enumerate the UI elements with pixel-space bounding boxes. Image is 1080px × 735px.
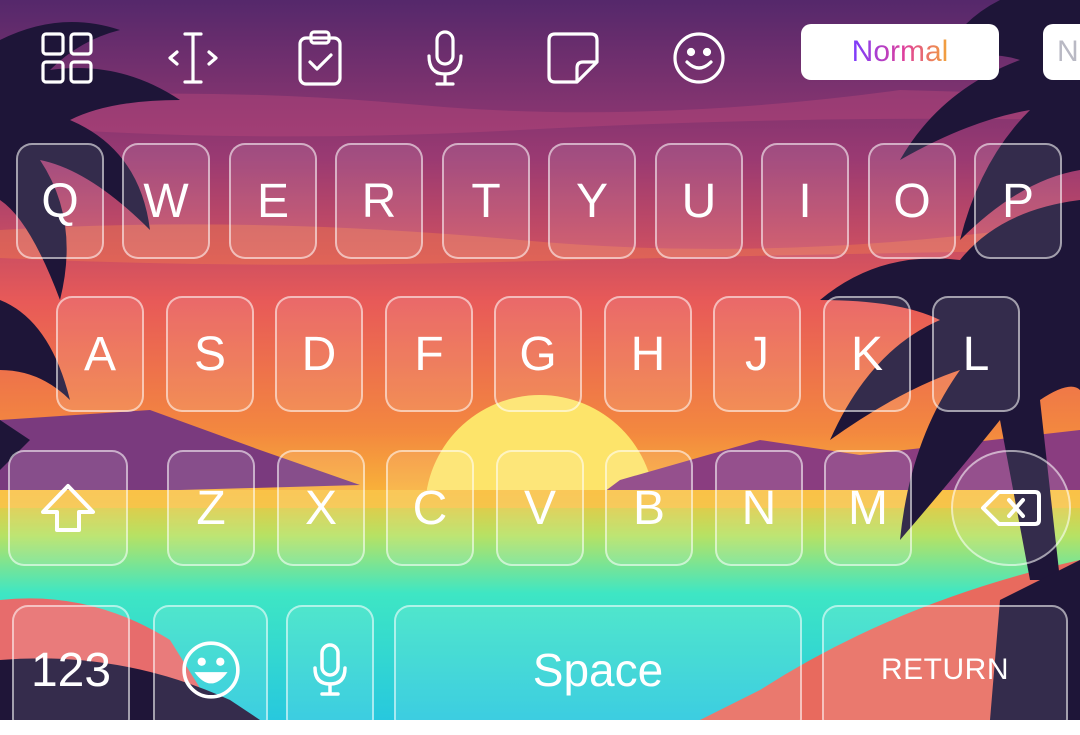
key-m[interactable]: M (824, 450, 912, 566)
key-h[interactable]: H (604, 296, 692, 412)
key-s[interactable]: S (166, 296, 254, 412)
style-option-normal[interactable]: Normal (801, 24, 999, 80)
text-cursor-icon[interactable] (163, 28, 223, 88)
key-a[interactable]: A (56, 296, 144, 412)
shift-key[interactable] (8, 450, 128, 566)
space-key[interactable]: Space (394, 605, 802, 735)
key-b[interactable]: B (605, 450, 693, 566)
dictation-key[interactable] (286, 605, 374, 735)
key-e[interactable]: E (229, 143, 317, 259)
key-l[interactable]: L (932, 296, 1020, 412)
delete-key[interactable] (951, 450, 1071, 566)
key-u[interactable]: U (655, 143, 743, 259)
microphone-icon[interactable] (415, 28, 475, 88)
key-n[interactable]: N (715, 450, 803, 566)
key-z[interactable]: Z (167, 450, 255, 566)
microphone-icon (313, 643, 347, 696)
key-c[interactable]: C (386, 450, 474, 566)
numbers-key[interactable]: 123 (12, 605, 130, 735)
key-k[interactable]: K (823, 296, 911, 412)
emoji-key[interactable] (153, 605, 268, 735)
key-d[interactable]: D (275, 296, 363, 412)
clipboard-check-icon[interactable] (290, 28, 350, 88)
style-option-label: Normal (851, 35, 949, 68)
style-option-next[interactable]: N (1043, 24, 1080, 80)
key-f[interactable]: F (385, 296, 473, 412)
backspace-icon (981, 490, 1041, 526)
smiley-icon (181, 641, 240, 699)
key-y[interactable]: Y (548, 143, 636, 259)
return-key[interactable]: RETURN (822, 605, 1068, 735)
key-w[interactable]: W (122, 143, 210, 259)
key-i[interactable]: I (761, 143, 849, 259)
style-option-label: N (1057, 35, 1079, 68)
key-v[interactable]: V (496, 450, 584, 566)
key-g[interactable]: G (494, 296, 582, 412)
key-q[interactable]: Q (16, 143, 104, 259)
key-o[interactable]: O (868, 143, 956, 259)
key-j[interactable]: J (713, 296, 801, 412)
key-x[interactable]: X (277, 450, 365, 566)
smiley-icon[interactable] (669, 28, 729, 88)
key-r[interactable]: R (335, 143, 423, 259)
key-t[interactable]: T (442, 143, 530, 259)
key-p[interactable]: P (974, 143, 1062, 259)
apps-grid-icon[interactable] (37, 28, 97, 88)
sticker-icon[interactable] (543, 28, 603, 88)
shift-arrow-icon (41, 484, 95, 532)
